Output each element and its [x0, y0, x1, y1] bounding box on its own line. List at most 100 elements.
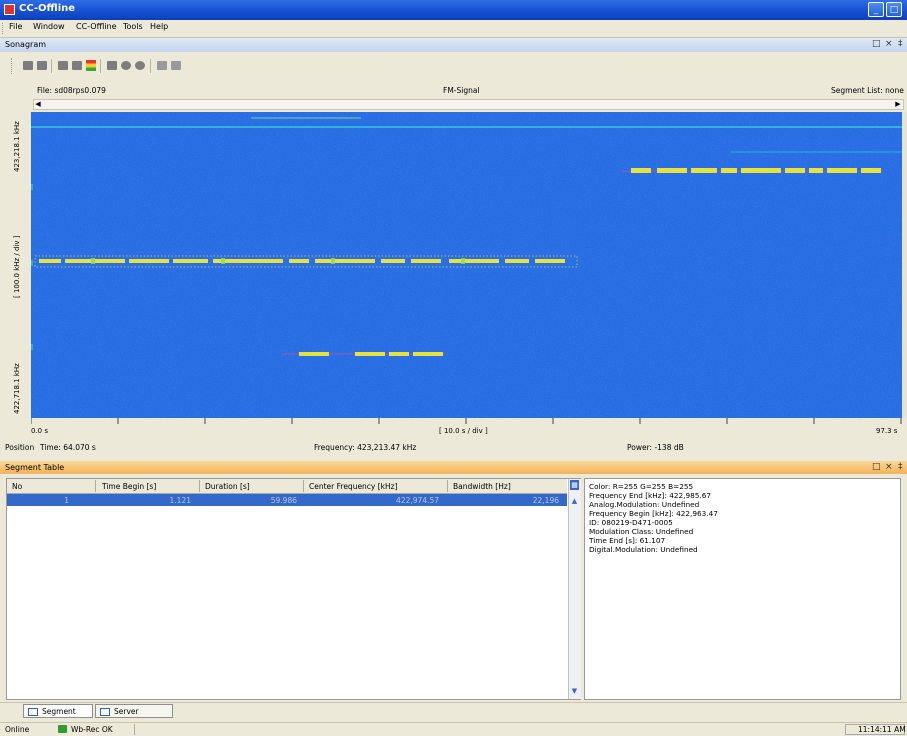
cell-bandwidth: 22,196 [532, 496, 559, 505]
cell-duration: 59.986 [270, 496, 297, 505]
property-line: Frequency Begin [kHz]: 422,963.47 [589, 509, 718, 518]
signal-burst-right [631, 168, 881, 173]
time-end-label: 97.3 s [876, 427, 898, 435]
spectrogram-svg [31, 112, 902, 418]
scroll-right-icon[interactable]: ▶ [894, 100, 902, 109]
property-line: Digital.Modulation: Undefined [589, 545, 698, 554]
segment-table[interactable]: No Time Begin [s] Duration [s] Center Fr… [6, 478, 581, 700]
open-icon[interactable] [23, 61, 33, 70]
pin-panel-icon[interactable]: ‡ [898, 462, 903, 472]
sonagram-plot[interactable] [31, 112, 902, 418]
segment-list-label: Segment List: none [831, 86, 904, 95]
vertical-scrollbar[interactable] [902, 112, 907, 418]
title-bar: CC-Offline _ □ [0, 0, 907, 20]
home-icon[interactable] [107, 61, 117, 70]
scroll-down-icon[interactable]: ▼ [570, 687, 579, 696]
app-icon [4, 4, 15, 15]
marker-icon[interactable] [171, 61, 181, 70]
menu-bar: File Window CC-Offline Tools Help [0, 20, 907, 38]
position-label: Position [5, 443, 35, 452]
column-chooser-icon[interactable]: ▦ [570, 480, 579, 490]
minimize-button[interactable]: _ [868, 2, 884, 17]
sonagram-panel-header: Sonagram □ × ‡ [0, 38, 907, 52]
frequency-bottom-label: 422,718.1 kHz [13, 363, 21, 414]
menu-tools[interactable]: Tools [123, 22, 143, 31]
column-separator[interactable] [95, 480, 96, 492]
sonagram-panel-title: Sonagram [5, 40, 47, 49]
time-axis: 0.0 s [ 10.0 s / div ] 97.3 s [31, 418, 902, 436]
receiver-status-icon [58, 725, 67, 733]
menu-grip [2, 23, 5, 34]
column-separator[interactable] [447, 480, 448, 492]
panel-tab-bar: Segment Table Server Control [0, 702, 907, 730]
print-icon[interactable] [37, 61, 47, 70]
tab-segment-table[interactable]: Segment Table [23, 704, 93, 730]
toolbar-grip [11, 58, 14, 74]
float-panel-icon[interactable]: × [885, 462, 893, 472]
signal-burst-lower [299, 352, 443, 356]
segment-table-panel-title: Segment Table [5, 463, 65, 472]
table-header: No Time Begin [s] Duration [s] Center Fr… [7, 479, 567, 494]
window-title: CC-Offline [19, 3, 76, 14]
frequency-axis: 423,218.1 kHz [ 100.0 kHz / div ] 422,71… [9, 112, 31, 418]
cell-center-frequency: 422,974.57 [396, 496, 439, 505]
frequency-readout: Frequency: 423,213.47 kHz [314, 443, 417, 452]
column-header-duration[interactable]: Duration [s] [205, 482, 250, 491]
menu-cc-offline[interactable]: CC-Offline [76, 22, 117, 31]
restore-panel-icon[interactable]: □ [872, 39, 881, 49]
server-icon [100, 708, 110, 716]
column-header-bandwidth[interactable]: Bandwidth [Hz] [453, 482, 511, 491]
signal-label: FM-Signal [443, 86, 480, 95]
column-header-no[interactable]: No [12, 482, 22, 491]
menu-window[interactable]: Window [33, 22, 65, 31]
column-separator[interactable] [199, 480, 200, 492]
column-header-center-frequency[interactable]: Center Frequency [kHz] [309, 482, 398, 491]
horizontal-scrollbar[interactable]: ◀ ▶ [33, 99, 904, 110]
zoom-in-icon[interactable] [121, 61, 131, 70]
time-axis-ticks [31, 418, 902, 424]
status-bar: Online Wb-Rec OK 11:14:11 AM [0, 722, 907, 736]
export-icon[interactable] [72, 61, 82, 70]
receiver-status: Wb-Rec OK [71, 725, 113, 734]
property-line: ID: 080219-D471-0005 [589, 518, 673, 527]
scroll-left-icon[interactable]: ◀ [34, 100, 42, 109]
table-vertical-scrollbar[interactable]: ▦ ▲ ▼ [568, 479, 581, 699]
color-palette-icon[interactable] [86, 60, 96, 71]
zoom-out-icon[interactable] [135, 61, 145, 70]
cell-time-begin: 1.121 [169, 496, 191, 505]
power-readout: Power: -138 dB [627, 443, 684, 452]
segment-properties-panel: Color: R=255 G=255 B=255 Frequency End [… [584, 478, 901, 700]
column-separator[interactable] [303, 480, 304, 492]
status-mode: Online [5, 725, 30, 734]
toolbar-separator [100, 59, 101, 73]
column-header-time-begin[interactable]: Time Begin [s] [102, 482, 156, 491]
time-readout: Time: 64.070 s [40, 443, 96, 452]
property-line: Frequency End [kHz]: 422,985.67 [589, 491, 711, 500]
menu-file[interactable]: File [9, 22, 22, 31]
toolbar-separator [150, 59, 151, 73]
restore-panel-icon[interactable]: □ [872, 462, 881, 472]
signal-burst-middle [39, 259, 565, 263]
segment-table-panel-header: Segment Table □ × ‡ [0, 461, 907, 474]
toolbar-separator [51, 59, 52, 73]
status-separator [134, 724, 135, 735]
scroll-up-icon[interactable]: ▲ [570, 497, 579, 506]
property-line: Color: R=255 G=255 B=255 [589, 482, 694, 491]
menu-help[interactable]: Help [150, 22, 168, 31]
cell-no: 1 [64, 496, 69, 505]
save-icon[interactable] [58, 61, 68, 70]
cursor-position-row: Position Time: 64.070 s Frequency: 423,2… [0, 441, 907, 453]
tab-server-control[interactable]: Server Control [95, 704, 173, 730]
sonagram-toolbar [0, 53, 907, 79]
time-start-label: 0.0 s [31, 427, 49, 435]
frequency-top-label: 423,218.1 kHz [13, 121, 21, 172]
status-clock: 11:14:11 AM [858, 725, 906, 734]
pin-panel-icon[interactable]: ‡ [898, 39, 903, 49]
property-line: Time End [s]: 61.107 [589, 536, 666, 545]
table-row[interactable]: 1 1.121 59.986 422,974.57 22,196 [7, 494, 567, 506]
table-icon [28, 708, 38, 716]
float-panel-icon[interactable]: × [885, 39, 893, 49]
sonagram-info-row: File: sd08rps0.079 FM-Signal Segment Lis… [0, 84, 907, 96]
measure-icon[interactable] [157, 61, 167, 70]
maximize-button[interactable]: □ [886, 2, 902, 17]
